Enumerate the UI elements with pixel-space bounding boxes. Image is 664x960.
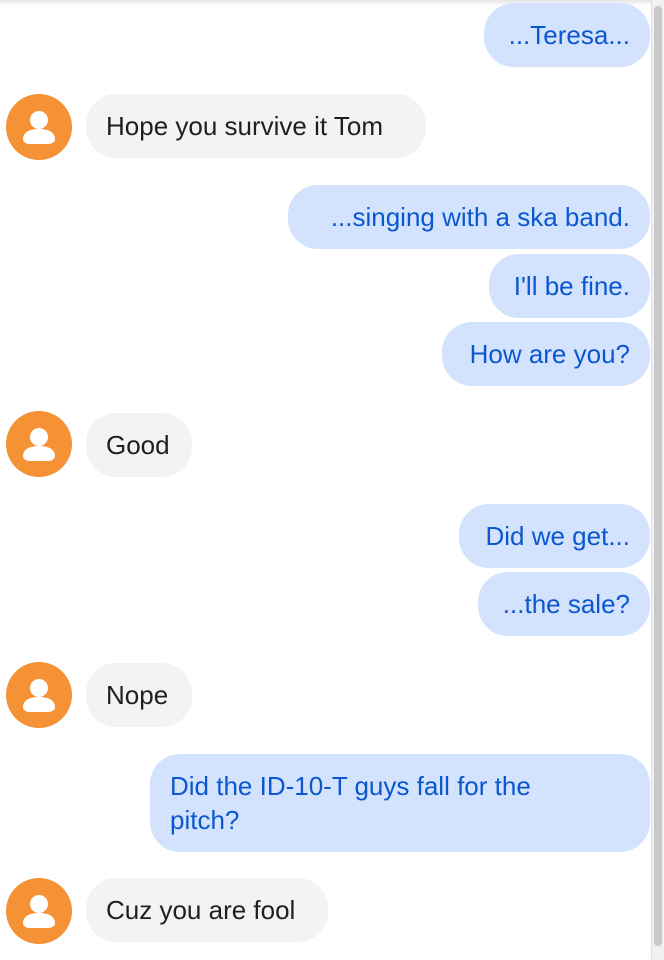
message-bubble-outgoing[interactable]: Did we get... <box>459 504 650 568</box>
message-bubble-outgoing[interactable]: How are you? <box>442 322 650 386</box>
person-icon <box>23 895 55 928</box>
person-icon <box>23 679 55 712</box>
contact-avatar[interactable] <box>6 662 72 728</box>
message-text: ...Teresa... <box>508 20 630 50</box>
message-text: Nope <box>106 680 169 710</box>
message-bubble-incoming[interactable]: Good <box>86 413 192 477</box>
message-text: Did we get... <box>485 521 630 551</box>
message-bubble-outgoing[interactable]: Did the ID-10-T guys fall for the pitch? <box>150 754 650 852</box>
conversation-view: ...Teresa... Hope you survive it Tom ...… <box>0 0 664 960</box>
contact-avatar[interactable] <box>6 94 72 160</box>
message-text: Good <box>106 430 170 460</box>
message-bubble-outgoing[interactable]: ...Teresa... <box>484 3 650 67</box>
message-bubble-outgoing[interactable]: ...singing with a ska band. <box>288 185 650 249</box>
message-text: ...singing with a ska band. <box>330 202 630 232</box>
message-text: Cuz you are fool <box>106 895 296 925</box>
message-bubble-outgoing[interactable]: ...the sale? <box>478 572 650 636</box>
contact-avatar[interactable] <box>6 411 72 477</box>
contact-avatar[interactable] <box>6 878 72 944</box>
message-text: I'll be fine. <box>513 271 630 301</box>
message-text: ...the sale? <box>502 589 630 619</box>
person-icon <box>23 111 55 144</box>
scrollbar-thumb[interactable] <box>654 6 662 946</box>
message-bubble-incoming[interactable]: Cuz you are fool <box>86 878 328 942</box>
scrollbar[interactable] <box>651 0 664 960</box>
message-text: Hope you survive it Tom <box>106 111 383 141</box>
message-bubble-incoming[interactable]: Nope <box>86 663 192 727</box>
message-bubble-outgoing[interactable]: I'll be fine. <box>489 254 650 318</box>
person-icon <box>23 428 55 461</box>
message-bubble-incoming[interactable]: Hope you survive it Tom <box>86 94 426 158</box>
message-text: Did the ID-10-T guys fall for the pitch? <box>170 771 531 835</box>
message-text: How are you? <box>469 339 630 369</box>
